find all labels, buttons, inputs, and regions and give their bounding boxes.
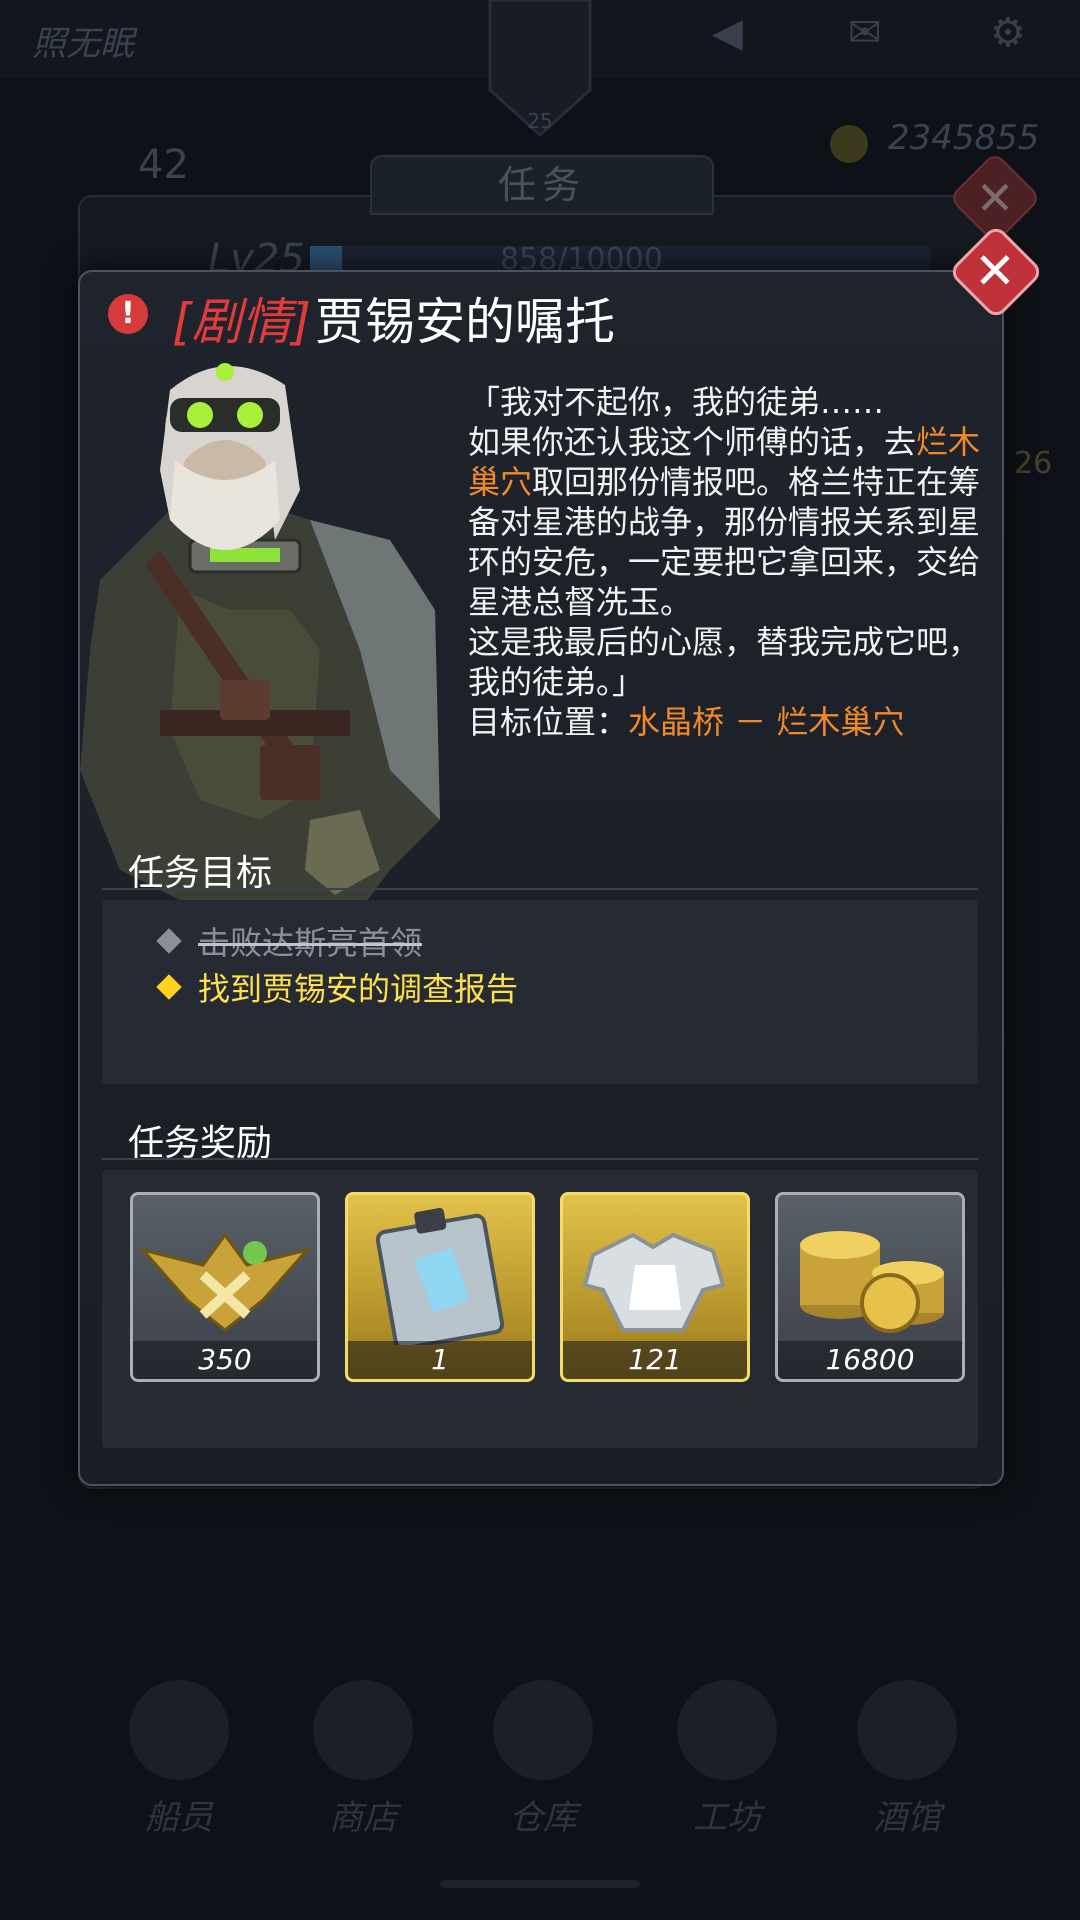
nav-shop: 商店 (288, 1680, 438, 1839)
diamond-bullet-icon (156, 974, 182, 1000)
quest-tag: [剧情] (172, 293, 312, 351)
nav-workshop: 工坊 (652, 1680, 802, 1839)
reward-count: 1 (348, 1341, 532, 1379)
objective-text: 找到贾锡安的调查报告 (198, 970, 519, 1008)
divider (102, 888, 978, 890)
nav-crew-label: 船员 (145, 1798, 213, 1838)
warehouse-icon (493, 1680, 593, 1780)
level-emblem-icon: 25 (488, 0, 592, 138)
reward-count: 121 (563, 1341, 747, 1379)
nav-warehouse-label: 仓库 (509, 1798, 577, 1838)
blueprint-clipboard-icon (375, 1207, 505, 1345)
target-location-label: 目标位置： (468, 703, 629, 741)
rank-badge-icon (138, 1232, 312, 1332)
beer-mug-icon (857, 1680, 957, 1780)
shop-icon (313, 1680, 413, 1780)
diamond-bullet-icon (156, 928, 182, 954)
nav-warehouse: 仓库 (468, 1680, 618, 1839)
crew-icon (129, 1680, 229, 1780)
home-indicator (440, 1880, 640, 1888)
side-badge: 26 (1014, 446, 1053, 481)
nav-crew: 船员 (104, 1680, 254, 1839)
story-paragraph-2: 如果你还认我这个师傅的话，去烂木巢穴取回那份情报吧。格兰特正在筹备对星港的战争，… (468, 422, 990, 622)
quest-title-text: 贾锡安的嘱托 (315, 293, 616, 351)
npc-portrait (80, 363, 440, 910)
player-name: 照无眠 (32, 24, 134, 64)
level-badge-text: 25 (527, 109, 552, 133)
reward-count: 350 (133, 1341, 317, 1379)
reward-slot-rank-badge[interactable]: 350 (130, 1192, 320, 1382)
speaker-icon[interactable]: ◀ (712, 10, 743, 56)
reward-count: 16800 (778, 1341, 962, 1379)
hammer-icon (677, 1680, 777, 1780)
story-text-a: 如果你还认我这个师傅的话，去 (468, 423, 917, 461)
divider (102, 1158, 978, 1160)
coin-icon (830, 125, 868, 163)
quest-title: [剧情]贾锡安的嘱托 (172, 282, 615, 354)
story-text-b: 取回那份情报吧。格兰特正在筹备对星港的战争，那份情报关系到星环的安危，一定要把它… (468, 463, 981, 621)
alert-icon: ! (108, 294, 148, 334)
currency-amount: 2345855 (888, 118, 1040, 158)
objective-item-completed: 击败达斯亮首领 (156, 918, 423, 964)
panel-tab-title: 任务 (370, 155, 714, 215)
reward-slot-gold-coins[interactable]: 16800 (775, 1192, 965, 1382)
story-line-1: 「我对不起你，我的徒弟…… (468, 383, 885, 421)
mail-icon[interactable]: ✉ (848, 10, 882, 56)
gold-coins-icon (800, 1231, 944, 1333)
target-location: 目标位置：水晶桥 － 烂木巢穴 (468, 702, 990, 742)
target-location-value: 水晶桥 － 烂木巢穴 (628, 703, 905, 741)
xp-bar-fill (310, 246, 342, 272)
objective-item-active: 找到贾锡安的调查报告 (156, 964, 519, 1010)
objective-text: 击败达斯亮首领 (198, 924, 423, 962)
stat-value: 42 (138, 142, 189, 188)
reward-slot-blueprint[interactable]: 1 (345, 1192, 535, 1382)
story-paragraph-3: 这是我最后的心愿，替我完成它吧，我的徒弟。」 (468, 623, 981, 701)
nav-tavern: 酒馆 (832, 1680, 982, 1839)
nav-workshop-label: 工坊 (693, 1798, 761, 1838)
nav-tavern-label: 酒馆 (873, 1798, 941, 1838)
armor-fragment-icon (582, 1232, 726, 1332)
close-icon[interactable]: ✕ (958, 234, 1032, 308)
nav-shop-label: 商店 (329, 1798, 397, 1838)
reward-slot-armor-fragment[interactable]: 121 (560, 1192, 750, 1382)
background-close-icon: ✕ (975, 171, 1015, 225)
quest-story: 「我对不起你，我的徒弟…… 如果你还认我这个师傅的话，去烂木巢穴取回那份情报吧。… (468, 382, 990, 742)
gear-icon[interactable]: ⚙ (990, 10, 1026, 56)
